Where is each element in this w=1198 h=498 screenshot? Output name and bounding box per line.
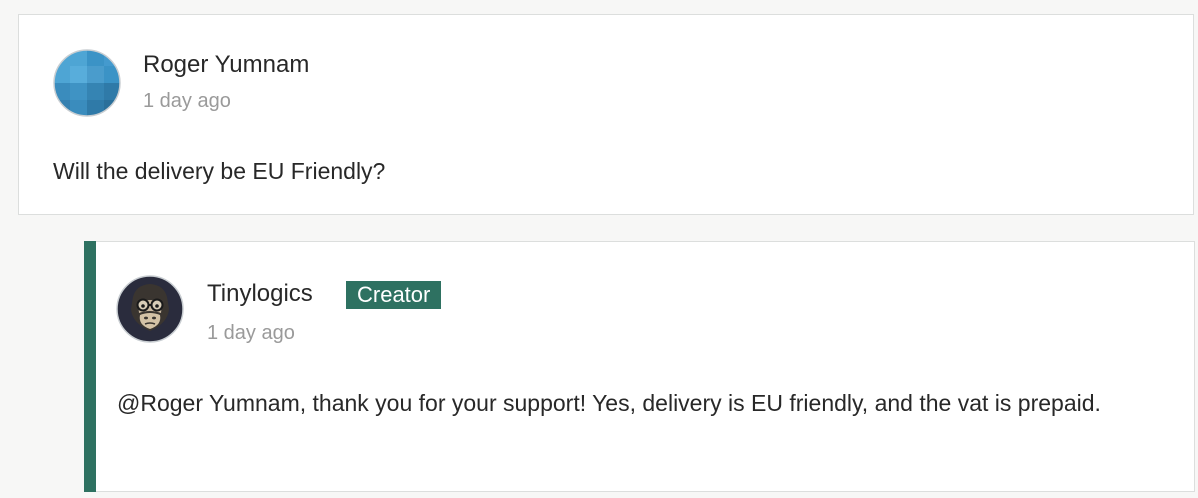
creator-badge: Creator <box>346 281 442 309</box>
avatar[interactable] <box>53 49 121 117</box>
avatar[interactable] <box>116 275 184 343</box>
comment-body: Will the delivery be EU Friendly? <box>53 158 386 184</box>
reply-author-name[interactable]: Tinylogics <box>207 280 313 308</box>
reply-body: @Roger Yumnam, thank you for your suppor… <box>117 390 1101 416</box>
comment-timestamp: 1 day ago <box>143 90 231 112</box>
gorilla-with-glasses-avatar-icon <box>116 275 184 343</box>
comment-author-name[interactable]: Roger Yumnam <box>143 51 309 79</box>
reply-card: Tinylogics Creator 1 day ago @Roger Yumn… <box>84 241 1195 492</box>
comment-card: Roger Yumnam 1 day ago Will the delivery… <box>18 14 1194 215</box>
reply-accent-bar <box>84 241 96 492</box>
reply-timestamp: 1 day ago <box>207 322 295 344</box>
geometric-blue-avatar-icon <box>53 49 121 117</box>
